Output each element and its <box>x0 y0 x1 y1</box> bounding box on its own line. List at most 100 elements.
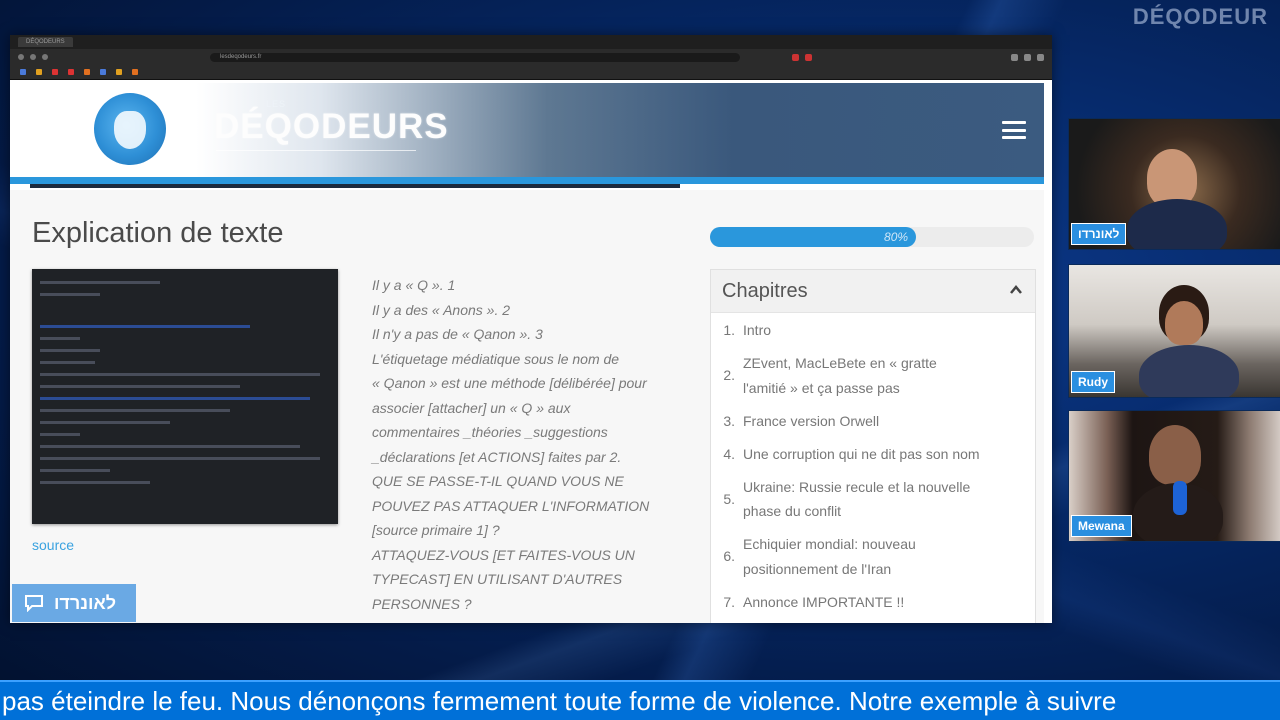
thumbnail-text-line <box>40 281 160 284</box>
participant-video <box>1139 345 1239 397</box>
browser-tab-strip: DÉQODEURS <box>10 35 1052 49</box>
participant-video <box>1165 301 1203 345</box>
thumbnail-text-line <box>40 481 150 484</box>
chapter-label-line: Une corruption qui ne dit pas son nom <box>743 445 980 462</box>
thumbnail-text-line <box>40 385 240 388</box>
chapter-number: 2. <box>723 367 735 384</box>
url-bar[interactable]: lesdeqodeurs.fr <box>210 52 740 62</box>
progress-fill: 80% <box>710 227 917 247</box>
bookmark-item[interactable] <box>100 69 106 75</box>
chapter-label: France version Orwell <box>743 409 1013 434</box>
chapter-number: 7. <box>723 593 735 610</box>
chapter-label: Une corruption qui ne dit pas son nom <box>743 442 1013 467</box>
chat-button[interactable]: לאונרדו <box>12 584 136 622</box>
chapter-label: Ukraine: Russie recule et la nouvelle pha… <box>743 475 1013 524</box>
bookmark-item[interactable] <box>68 69 74 75</box>
hamburger-icon[interactable] <box>1002 121 1026 139</box>
excerpt-line: Il n'y a pas de « Qanon ». 3 <box>372 326 543 342</box>
news-ticker: pas éteindre le feu. Nous dénonçons ferm… <box>0 680 1280 720</box>
brand-watermark: DÉQODEUR <box>1132 4 1268 29</box>
chapter-item[interactable]: 5. Ukraine: Russie recule et la nouvelle p… <box>711 475 1031 524</box>
bookmark-item[interactable] <box>84 69 90 75</box>
source-link[interactable]: source <box>32 537 74 553</box>
excerpt-text: Il y a « Q ». 1 Il y a des « Anons ». 2 Il… <box>372 273 688 616</box>
chapter-item[interactable]: 7. Annonce IMPORTANTE !! <box>711 590 1031 615</box>
excerpt-line: ATTAQUEZ-VOUS [ET FAITES-VOUS UN <box>372 546 635 563</box>
chapter-item[interactable]: 6. Echiquier mondial: nouveau positionneme… <box>711 532 1031 581</box>
webcam-feed: Rudy <box>1068 264 1280 398</box>
bookmark-item[interactable] <box>52 69 58 75</box>
chapter-item[interactable]: 2. ZEvent, MacLeBete en « gratte l'amitié … <box>711 351 1031 400</box>
chat-icon <box>25 595 43 612</box>
excerpt-line: PERSONNES ? <box>372 595 472 612</box>
excerpt-line: POUVEZ PAS ATTAQUER L'INFORMATION <box>372 497 650 514</box>
chapter-number: 5. <box>723 490 735 507</box>
chapter-label-line: positionnement de l'Iran <box>743 560 892 577</box>
thumbnail-text-line <box>40 337 80 340</box>
thumbnail-text-line <box>40 361 95 364</box>
chapter-label: Annonce IMPORTANTE !! <box>743 590 1013 615</box>
browser-tab[interactable]: DÉQODEURS <box>18 37 73 47</box>
forward-icon[interactable] <box>30 54 36 60</box>
excerpt-line: [source primaire 1] ? <box>372 522 500 538</box>
reading-progress-bar: 80% <box>710 227 1034 247</box>
chapter-number: 6. <box>723 548 735 565</box>
thumbnail-text-line <box>40 433 80 436</box>
excerpt-line: « Qanon » est une méthode [délibérée] po… <box>372 375 647 391</box>
bookmark-item[interactable] <box>36 69 42 75</box>
chapter-number: 4. <box>723 445 735 462</box>
thumbnail-text-line <box>40 325 250 328</box>
participant-name-tag: Mewana <box>1071 515 1132 537</box>
thumbnail-text-line <box>40 409 230 412</box>
bookmark-item[interactable] <box>20 69 26 75</box>
lion-logo-icon[interactable] <box>94 93 166 165</box>
chapter-label-line: Annonce IMPORTANTE !! <box>743 593 905 610</box>
thumbnail-text-line <box>40 457 320 460</box>
menu-dots-icon[interactable] <box>1037 53 1044 61</box>
video-thumbnail[interactable] <box>32 269 338 524</box>
chapter-label-line: Intro <box>743 322 772 338</box>
chapter-label: Echiquier mondial: nouveau positionnement… <box>743 532 1013 581</box>
chapter-item[interactable]: 1. Intro <box>711 318 1031 343</box>
extension-icon[interactable] <box>1011 53 1018 61</box>
chapter-label-line: phase du conflit <box>743 503 842 519</box>
excerpt-line: QUE SE PASSE-T-IL QUAND VOUS NE <box>372 473 624 489</box>
reload-icon[interactable] <box>42 54 48 60</box>
progress-label: 80% <box>884 230 909 244</box>
site-logo[interactable]: DÉQODEURS <box>214 107 449 147</box>
excerpt-line: _déclarations [et ACTIONS] faites par 2. <box>372 448 622 465</box>
chapter-label: ZEvent, MacLeBete en « gratte l'amitié » … <box>743 351 1013 400</box>
chapter-item[interactable]: 4. Une corruption qui ne dit pas son nom <box>711 442 1031 467</box>
chapter-label-line: France version Orwell <box>743 412 880 429</box>
profile-icon[interactable] <box>1024 53 1031 61</box>
excerpt-line: L'étiquetage médiatique sous le nom de <box>372 350 620 367</box>
excerpt-line: Il y a des « Anons ». 2 <box>372 301 511 318</box>
webcam-feed: לאונרדו <box>1068 118 1280 250</box>
thumbnail-text-line <box>40 293 100 296</box>
extension-icon[interactable] <box>805 53 812 61</box>
participant-video <box>1149 425 1201 485</box>
thumbnail-text-line <box>40 469 110 472</box>
browser-window: DÉQODEURS lesdeqodeurs.fr LES DÉQODEURS <box>10 35 1052 623</box>
chapter-label-line: l'amitié » et ça passe pas <box>743 379 900 396</box>
chevron-up-icon[interactable] <box>1009 283 1023 297</box>
chapter-label-line: ZEvent, MacLeBete en « gratte <box>743 355 937 371</box>
microphone-icon <box>1173 481 1187 515</box>
chapters-header[interactable]: Chapitres <box>711 270 1035 313</box>
participant-name-tag: Rudy <box>1071 371 1115 393</box>
chat-button-label: לאונרדו <box>54 592 117 613</box>
back-icon[interactable] <box>18 54 24 60</box>
chapter-label-line: Ukraine: Russie recule et la nouvelle <box>743 478 971 495</box>
bookmark-item[interactable] <box>116 69 122 75</box>
extension-icon[interactable] <box>792 53 799 61</box>
bookmark-item[interactable] <box>132 69 138 75</box>
chapter-number: 3. <box>723 412 735 429</box>
thumbnail-text-line <box>40 373 320 376</box>
logo-underline <box>216 150 416 151</box>
chapter-item[interactable]: 3. France version Orwell <box>711 409 1031 434</box>
excerpt-line: commentaires _théories _suggestions <box>372 424 608 440</box>
excerpt-line: associer [attacher] un « Q » aux <box>372 399 571 416</box>
ticker-text: pas éteindre le feu. Nous dénonçons ferm… <box>2 686 1117 716</box>
thumbnail-text-line <box>40 421 170 424</box>
main-content: Explication de texte source Il y a « Q »… <box>10 190 1044 623</box>
